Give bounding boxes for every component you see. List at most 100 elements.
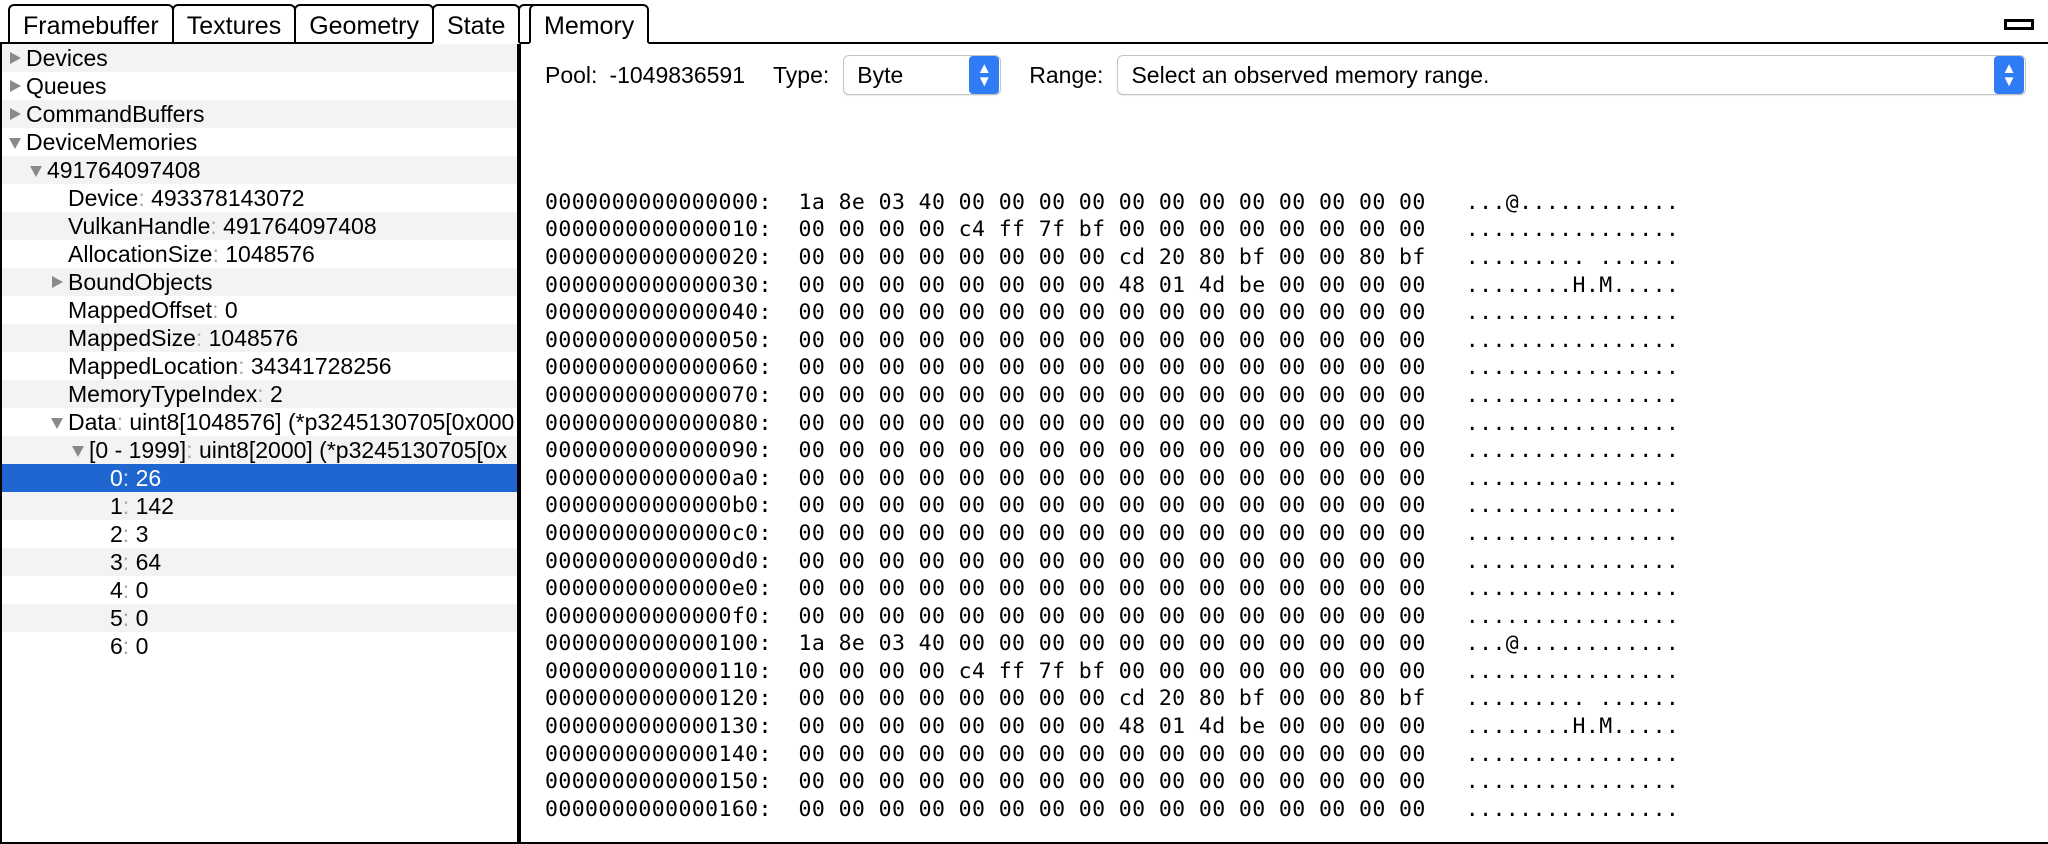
tree-row[interactable]: Device: 493378143072 [2, 184, 517, 212]
tree-row[interactable]: 6: 0 [2, 632, 517, 660]
tree-row[interactable]: MappedSize: 1048576 [2, 324, 517, 352]
tree-row[interactable]: 3: 64 [2, 548, 517, 576]
tree-row[interactable]: DeviceMemories [2, 128, 517, 156]
tab-framebuffer[interactable]: Framebuffer [8, 4, 174, 44]
hex-address: 00000000000000a0: [545, 465, 799, 491]
hex-ascii: ................ [1465, 520, 1680, 546]
tree-row[interactable]: Data: uint8[1048576] (*p3245130705[0x000 [2, 408, 517, 436]
state-panel: Framebuffer Textures Geometry State »2 D… [0, 0, 592, 844]
hex-ascii: ................ [1465, 548, 1680, 574]
hex-dump-line: 0000000000000010: 00 00 00 00 c4 ff 7f b… [545, 216, 2048, 244]
pool-value: -1049836591 [609, 61, 746, 88]
tree-row[interactable]: 491764097408 [2, 156, 517, 184]
tree-row[interactable]: VulkanHandle: 491764097408 [2, 212, 517, 240]
hex-address: 0000000000000050: [545, 327, 799, 353]
tab-memory[interactable]: Memory [529, 4, 650, 44]
triangle-right-icon[interactable] [8, 44, 25, 72]
hex-ascii: ................ [1465, 769, 1680, 795]
hex-dump-line: 0000000000000130: 00 00 00 00 00 00 00 0… [545, 713, 2048, 741]
type-select[interactable]: Byte ▲ ▼ [843, 55, 1002, 95]
triangle-right-icon[interactable] [8, 100, 25, 128]
tree-row[interactable]: 1: 142 [2, 492, 517, 520]
hex-bytes: 00 00 00 00 c4 ff 7f bf 00 00 00 00 00 0… [798, 658, 1466, 684]
tab-geometry-label: Geometry [309, 12, 419, 40]
tree-row-label: 0: 26 [110, 465, 162, 491]
triangle-right-icon[interactable] [8, 72, 25, 100]
tree-row[interactable]: Devices [2, 44, 517, 72]
tab-state[interactable]: State [431, 4, 521, 44]
tree-row[interactable]: MemoryTypeIndex: 2 [2, 380, 517, 408]
minimize-icon [2004, 18, 2034, 30]
hex-ascii: ................ [1465, 493, 1680, 519]
triangle-right-icon[interactable] [50, 268, 67, 296]
tree-row[interactable]: AllocationSize: 1048576 [2, 240, 517, 268]
range-stepper-icon[interactable]: ▲ ▼ [1994, 56, 2024, 94]
triangle-down-icon[interactable] [8, 128, 25, 156]
hex-address: 0000000000000130: [545, 714, 799, 740]
tree-row[interactable]: MappedOffset: 0 [2, 296, 517, 324]
hex-dump-line: 00000000000000a0: 00 00 00 00 00 00 00 0… [545, 465, 2048, 493]
range-select[interactable]: Select an observed memory range. ▲ ▼ [1117, 55, 2026, 95]
hex-bytes: 00 00 00 00 00 00 00 00 00 00 00 00 00 0… [798, 603, 1466, 629]
hex-address: 0000000000000020: [545, 244, 799, 270]
tree-row[interactable]: 2: 3 [2, 520, 517, 548]
hex-dump-line: 00000000000000f0: 00 00 00 00 00 00 00 0… [545, 603, 2048, 631]
hex-dump[interactable]: 0000000000000000: 1a 8e 03 40 00 00 00 0… [521, 106, 2048, 823]
hex-bytes: 00 00 00 00 00 00 00 00 48 01 4d be 00 0… [798, 714, 1466, 740]
tree-row[interactable]: CommandBuffers [2, 100, 517, 128]
left-tab-bar: Framebuffer Textures Geometry State »2 [0, 0, 592, 45]
hex-bytes: 00 00 00 00 00 00 00 00 00 00 00 00 00 0… [798, 465, 1466, 491]
triangle-down-icon[interactable] [71, 436, 88, 464]
tab-memory-label: Memory [544, 12, 635, 40]
tree-row[interactable]: BoundObjects [2, 268, 517, 296]
memory-view: Pool: -1049836591 Type: Byte ▲ ▼ Range: … [519, 44, 2048, 844]
hex-bytes: 00 00 00 00 00 00 00 00 cd 20 80 bf 00 0… [798, 686, 1466, 712]
hex-ascii: ................ [1465, 217, 1680, 243]
hex-bytes: 00 00 00 00 00 00 00 00 00 00 00 00 00 0… [798, 576, 1466, 602]
tree-row[interactable]: [0 - 1999]: uint8[2000] (*p3245130705[0x [2, 436, 517, 464]
hex-bytes: 00 00 00 00 00 00 00 00 00 00 00 00 00 0… [798, 327, 1466, 353]
hex-dump-line: 0000000000000150: 00 00 00 00 00 00 00 0… [545, 768, 2048, 796]
hex-bytes: 00 00 00 00 00 00 00 00 00 00 00 00 00 0… [798, 382, 1466, 408]
tree-row-label: [0 - 1999]: uint8[2000] (*p3245130705[0x [89, 437, 508, 463]
hex-address: 0000000000000000: [545, 189, 799, 215]
hex-address: 0000000000000110: [545, 658, 799, 684]
hex-bytes: 00 00 00 00 00 00 00 00 00 00 00 00 00 0… [798, 438, 1466, 464]
tree-row[interactable]: 4: 0 [2, 576, 517, 604]
hex-ascii: ................ [1465, 465, 1680, 491]
tree-row[interactable]: MappedLocation: 34341728256 [2, 352, 517, 380]
hex-dump-line: 0000000000000100: 1a 8e 03 40 00 00 00 0… [545, 630, 2048, 658]
hex-bytes: 00 00 00 00 00 00 00 00 00 00 00 00 00 0… [798, 355, 1466, 381]
type-stepper-icon[interactable]: ▲ ▼ [969, 56, 1000, 94]
hex-ascii: ........H.M..... [1465, 714, 1680, 740]
tab-textures[interactable]: Textures [171, 4, 297, 44]
hex-dump-line: 0000000000000090: 00 00 00 00 00 00 00 0… [545, 437, 2048, 465]
tree-row-label: 491764097408 [47, 157, 201, 183]
triangle-down-icon[interactable] [50, 408, 67, 436]
minimize-panel-button[interactable] [1996, 4, 2042, 44]
hex-ascii: ................ [1465, 796, 1680, 822]
tab-geometry[interactable]: Geometry [294, 4, 434, 44]
hex-address: 0000000000000140: [545, 741, 799, 767]
tab-state-label: State [446, 12, 506, 40]
tree-row[interactable]: 5: 0 [2, 604, 517, 632]
triangle-down-icon[interactable] [29, 156, 46, 184]
type-select-value: Byte [857, 61, 904, 88]
debugger-window: Framebuffer Textures Geometry State »2 D… [0, 0, 2048, 844]
hex-ascii: ...@............ [1465, 189, 1680, 215]
hex-dump-line: 0000000000000030: 00 00 00 00 00 00 00 0… [545, 272, 2048, 300]
tree-row-label: Queues [26, 73, 107, 99]
hex-bytes: 00 00 00 00 00 00 00 00 cd 20 80 bf 00 0… [798, 244, 1466, 270]
tree-row[interactable]: 0: 26 [2, 464, 517, 492]
hex-dump-line: 00000000000000c0: 00 00 00 00 00 00 00 0… [545, 520, 2048, 548]
state-tree[interactable]: Devices Queues CommandBuffers DeviceMemorie… [0, 44, 519, 844]
tree-row-label: 1: 142 [110, 493, 174, 519]
hex-ascii: ................ [1465, 410, 1680, 436]
tree-row-label: VulkanHandle: 491764097408 [68, 213, 377, 239]
tree-row[interactable]: Queues [2, 72, 517, 100]
